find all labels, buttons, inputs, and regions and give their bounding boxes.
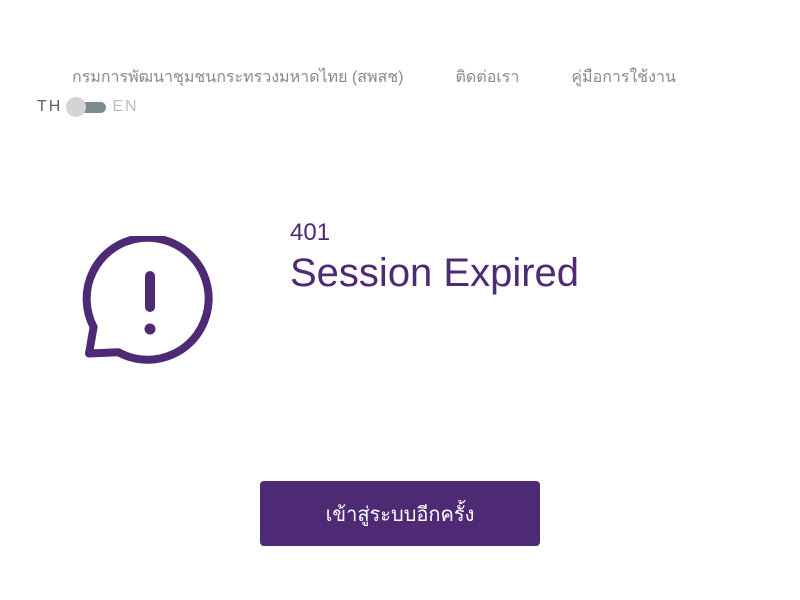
top-nav: กรมการพัฒนาชุมชนกระทรวงมหาดไทย (สพสช) ติ… — [72, 68, 676, 88]
nav-link-manual[interactable]: คู่มือการใช้งาน — [571, 68, 676, 88]
language-th-label: TH — [37, 98, 63, 115]
nav-link-organization[interactable]: กรมการพัฒนาชุมชนกระทรวงมหาดไทย (สพสช) — [72, 68, 404, 88]
language-toggle[interactable] — [66, 97, 107, 117]
language-switch: TH EN — [37, 97, 139, 117]
language-en-label: EN — [112, 98, 139, 115]
nav-link-contact[interactable]: ติดต่อเรา — [456, 68, 520, 88]
login-again-button[interactable]: เข้าสู่ระบบอีกครั้ง — [260, 481, 540, 546]
message-alert-icon — [82, 236, 213, 364]
error-title: Session Expired — [290, 251, 580, 295]
toggle-knob[interactable] — [66, 97, 87, 117]
error-code: 401 — [290, 219, 331, 246]
error-page: กรมการพัฒนาชุมชนกระทรวงมหาดไทย (สพสช) ติ… — [0, 0, 800, 600]
